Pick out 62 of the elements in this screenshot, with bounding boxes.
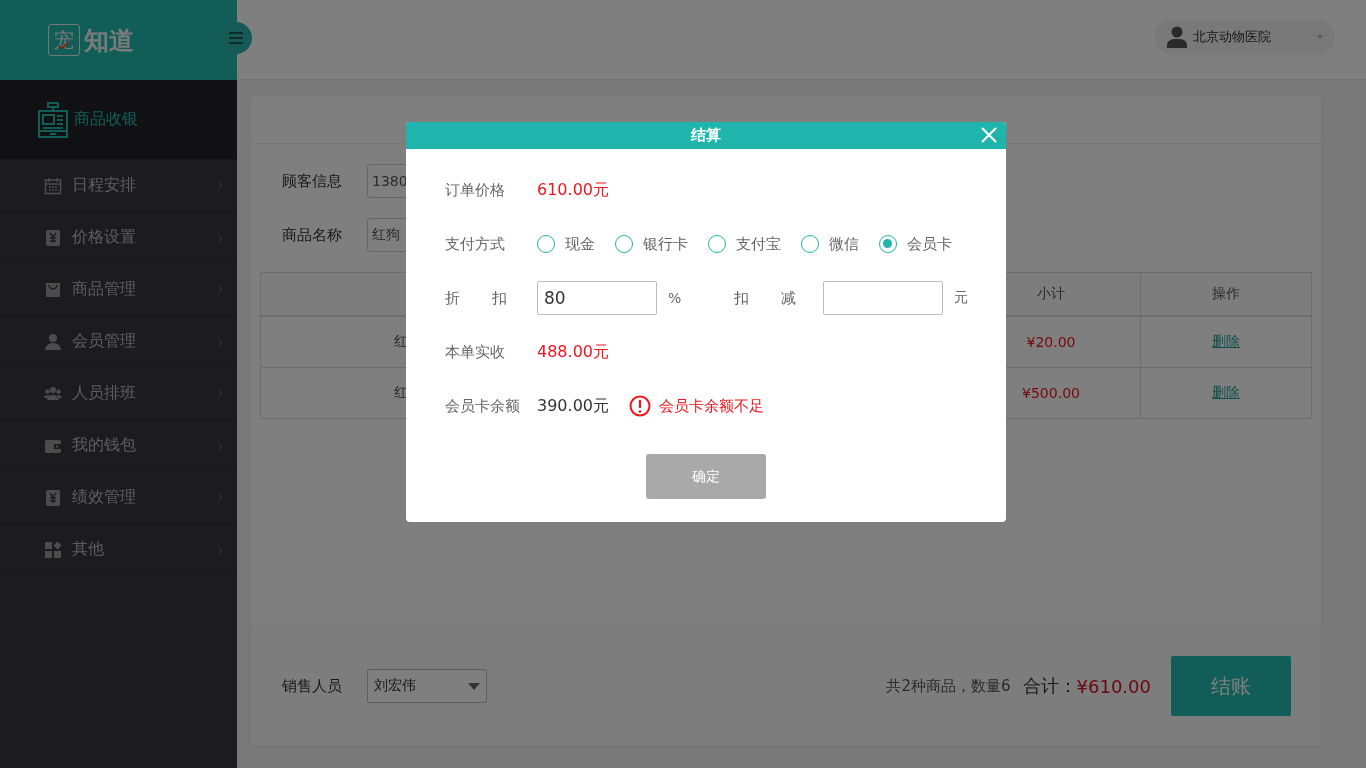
user-icon bbox=[44, 332, 62, 351]
chevron-right-icon bbox=[217, 544, 223, 555]
menu-icon bbox=[229, 32, 243, 44]
table-cell: ¥20.00 bbox=[1026, 334, 1076, 350]
chevron-right-icon bbox=[217, 388, 223, 399]
dialog-title: 结算 bbox=[691, 126, 721, 145]
sidebar-item[interactable]: 商品收银 bbox=[0, 80, 237, 160]
payment-radio[interactable]: 现金 bbox=[537, 234, 595, 254]
close-icon[interactable] bbox=[981, 127, 997, 143]
summary-text: 共2种商品，数量6 bbox=[886, 676, 1011, 696]
discount-input[interactable]: 80 bbox=[537, 281, 657, 315]
field-label: 折 扣 bbox=[445, 288, 507, 308]
sidebar-item[interactable]: 绩效管理 bbox=[0, 472, 237, 524]
field-label: 顾客信息 bbox=[282, 171, 343, 191]
chevron-right-icon bbox=[217, 336, 223, 347]
chevron-right-icon bbox=[217, 284, 223, 295]
deduction-input[interactable] bbox=[823, 281, 944, 315]
delete-link[interactable]: 删除 bbox=[1212, 333, 1240, 351]
field-label: 会员卡余额 bbox=[445, 396, 521, 416]
column-header: 操作 bbox=[1140, 273, 1311, 315]
warning-message: 会员卡余额不足 bbox=[659, 396, 764, 416]
salesperson-dropdown[interactable]: 刘宏伟 bbox=[367, 669, 487, 703]
user-name: 北京动物医院 bbox=[1193, 27, 1272, 46]
field-label: 订单价格 bbox=[445, 180, 506, 200]
chevron-right-icon bbox=[217, 492, 223, 503]
field-label: 商品名称 bbox=[282, 225, 343, 245]
total-label: 合计： bbox=[1022, 674, 1077, 698]
chevron-right-icon bbox=[217, 232, 223, 243]
yen-icon bbox=[44, 228, 62, 247]
field-label: 本单实收 bbox=[445, 342, 506, 362]
table-cell: ¥500.00 bbox=[1022, 385, 1080, 401]
checkout-button[interactable]: 结账 bbox=[1171, 656, 1291, 716]
brand-name: 知道 bbox=[84, 24, 134, 57]
payment-radio[interactable]: 微信 bbox=[801, 234, 859, 254]
table-cell: 红 bbox=[394, 333, 408, 351]
bag-icon bbox=[44, 280, 62, 299]
user-menu[interactable]: 北京动物医院 bbox=[1155, 18, 1335, 55]
order-price: 610.00元 bbox=[537, 179, 609, 201]
field-label: 支付方式 bbox=[445, 234, 506, 254]
caret-icon bbox=[1317, 34, 1323, 39]
group-icon bbox=[44, 384, 62, 403]
chevron-right-icon bbox=[217, 180, 223, 191]
field-label: 销售人员 bbox=[282, 676, 343, 696]
payment-radio[interactable]: 会员卡 bbox=[879, 234, 952, 254]
chevron-right-icon bbox=[217, 440, 223, 451]
table-cell: 红 bbox=[394, 384, 408, 402]
received-amount: 488.00元 bbox=[537, 341, 609, 363]
field-label: 扣 减 bbox=[734, 288, 797, 308]
user-icon bbox=[1167, 25, 1187, 48]
cash-register-icon bbox=[38, 101, 68, 138]
sidebar-item[interactable]: 价格设置 bbox=[0, 212, 237, 264]
payment-radio[interactable]: 银行卡 bbox=[615, 234, 688, 254]
card-balance: 390.00元 bbox=[537, 395, 609, 417]
payment-radio[interactable]: 支付宝 bbox=[708, 234, 781, 254]
calendar-icon bbox=[44, 176, 62, 195]
delete-link[interactable]: 删除 bbox=[1212, 384, 1240, 402]
total-amount: ¥610.00 bbox=[1076, 675, 1151, 697]
unit-label: % bbox=[668, 290, 682, 306]
caret-icon bbox=[468, 682, 480, 690]
grid-icon bbox=[44, 540, 62, 559]
warning-icon bbox=[629, 395, 651, 417]
yen-icon bbox=[44, 488, 62, 507]
